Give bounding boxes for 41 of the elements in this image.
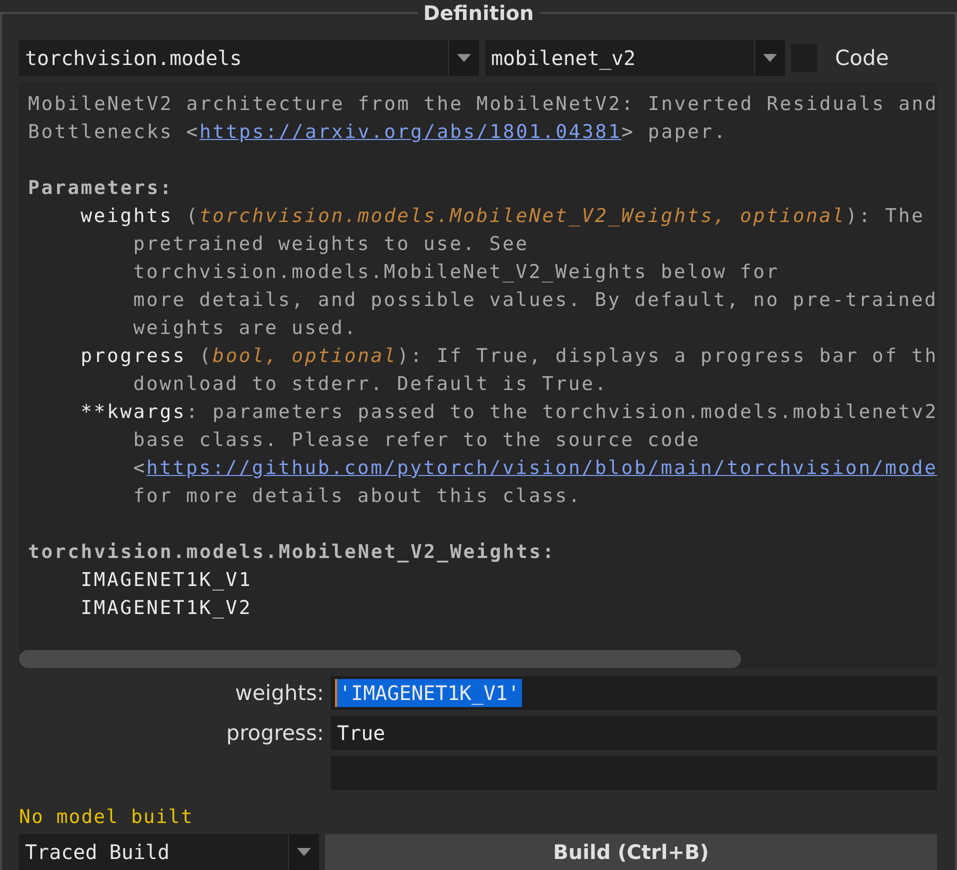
input-field[interactable]: 'IMAGENET1K_V1' — [331, 676, 937, 710]
checkbox-label: Code — [835, 46, 889, 70]
input-field[interactable]: True — [331, 716, 937, 750]
parameter-name: **kwargs — [80, 401, 186, 423]
doc-text: download to stderr. Default is True. — [133, 373, 608, 395]
doc-text: > paper. — [622, 121, 728, 143]
type-annotation: torchvision.models.MobileNet_V2_Weights, optional — [199, 205, 846, 227]
doc-text: ): The — [846, 205, 925, 227]
link[interactable]: https://github.com/pytorch/vision/blob/main/torchvision/mode — [146, 457, 937, 479]
caret-icon — [457, 54, 471, 62]
field-label: weights: — [234, 681, 325, 705]
scrollbar-thumb[interactable] — [19, 650, 741, 668]
doc-text: MobileNetV2 architecture from the MobileNetV2: Inverted Residuals and — [28, 93, 937, 115]
link[interactable]: https://arxiv.org/abs/1801.04381 — [199, 121, 622, 143]
type-annotation: bool, optional — [212, 345, 398, 367]
status-message: No model built — [19, 806, 194, 828]
doc-text: base class. Please refer to the source code — [133, 429, 700, 451]
doc-text: ( — [185, 205, 200, 227]
doc-text: for more details about this class. — [133, 485, 582, 507]
doc-text: more details, and possible values. By default, no pre-trained — [133, 289, 937, 311]
field-label: progress: — [225, 721, 325, 745]
doc-text: : parameters passed to the torchvision.models.mobilenetv2 — [186, 401, 937, 423]
parameter-name: IMAGENET1K_V1 — [80, 569, 252, 591]
doc-text: < — [133, 457, 146, 479]
parameter-name: progress — [80, 345, 186, 367]
dropdown[interactable]: Traced Build — [19, 834, 319, 870]
dropdown[interactable]: mobilenet_v2 — [485, 40, 785, 76]
build-button[interactable]: Build (Ctrl+B) — [325, 834, 937, 870]
parameter-name: IMAGENET1K_V2 — [80, 597, 252, 619]
parameter-name: weights — [80, 205, 173, 227]
doc-text: weights are used. — [133, 317, 358, 339]
doc-text: ): If True, displays a progress bar of th — [397, 345, 937, 367]
section-heading: Parameters: — [28, 177, 174, 199]
doc-text: Bottlenecks < — [28, 121, 200, 143]
section-heading: torchvision.models.MobileNet_V2_Weights: — [28, 541, 556, 563]
doc-text: pretrained weights to use. See — [133, 233, 529, 255]
dropdown[interactable]: torchvision.models — [19, 40, 479, 76]
caret-icon — [763, 54, 777, 62]
doc-text: torchvision.models.MobileNet_V2_Weights below for — [133, 261, 780, 283]
caret-icon — [297, 848, 311, 856]
doc-text: ( — [198, 345, 212, 367]
